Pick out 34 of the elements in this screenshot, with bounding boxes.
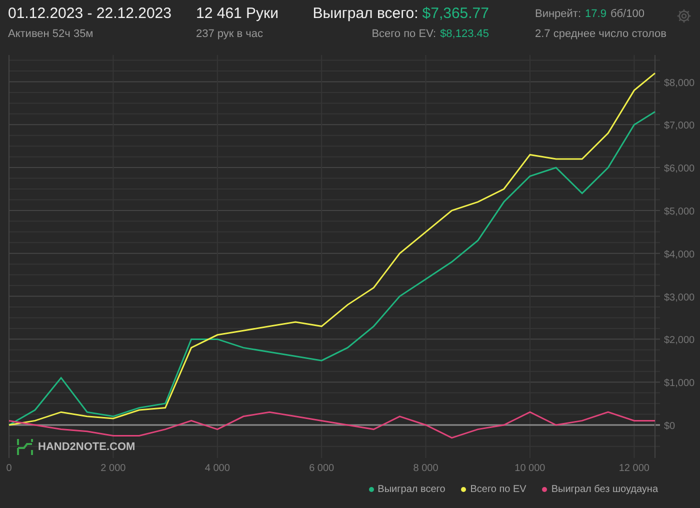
y-axis-label: $6,000 [664,164,695,175]
y-axis-label: $8,000 [664,78,695,89]
ev-total-value: $8,123.45 [440,27,489,42]
y-axis-label: $1,000 [664,378,695,390]
ev-total-label: Всего по EV: [372,27,436,42]
legend-label: Всего по EV [470,483,526,497]
winrate-unit: бб/100 [610,7,644,22]
x-axis-label: 2 000 [100,463,126,474]
y-axis-label: $4,000 [664,249,695,260]
won-total-label: Выиграл всего: [312,4,418,24]
x-axis-label: 10 000 [514,463,546,474]
logo-icon [16,438,34,456]
legend-label: Выиграл без шоудауна [551,483,658,497]
logo-text: HAND2NOTE.COM [38,440,136,455]
won-total-value: $7,365.77 [422,4,489,24]
average-tables: 2.7 среднее число столов [535,24,667,44]
active-time: Активен 52ч 35м [8,27,94,42]
x-axis-label: 12 000 [618,463,650,474]
winrate-value: 17.9 [585,7,606,22]
x-axis-label: 6 000 [309,463,334,474]
x-axis-label: 4 000 [204,463,230,474]
date-range: 01.12.2023 - 22.12.2023 [8,4,172,24]
winrate-label: Винрейт: [535,7,582,22]
y-axis-label: $5,000 [664,206,695,218]
y-axis-label: $2,000 [664,335,695,346]
x-axis-label: 0 [6,463,12,474]
hands-count: 12 461 Руки [196,4,280,24]
x-axis-label: 8 000 [413,463,438,474]
y-axis-label: $7,000 [664,120,695,132]
y-axis-label: $0 [664,420,676,432]
settings-icon[interactable] [676,8,692,24]
legend-label: Выиграл всего [378,483,446,497]
y-axis-label: $3,000 [664,292,695,304]
hands-per-hour: 237 рук в час [196,27,264,42]
